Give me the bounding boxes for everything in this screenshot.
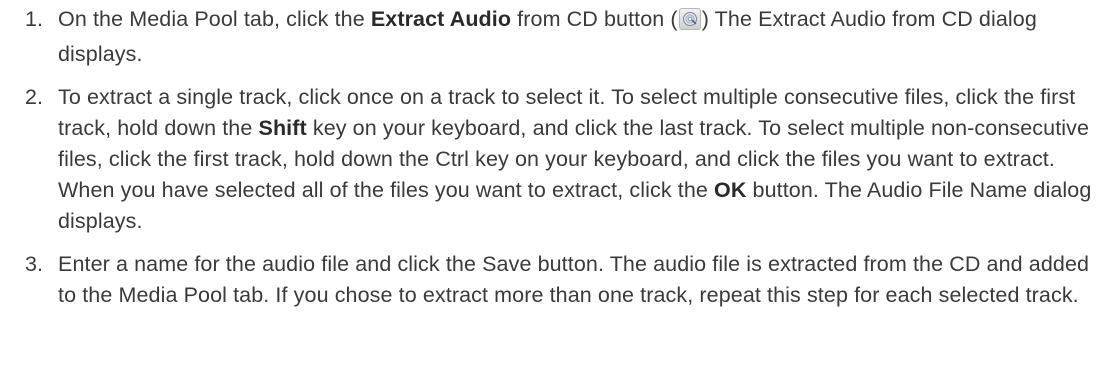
extract-audio-cd-icon	[678, 8, 701, 39]
step-text-segment: On the Media Pool tab, click the	[58, 7, 371, 31]
step-1: 1. On the Media Pool tab, click the Extr…	[0, 4, 1118, 70]
instructions-document: 1. On the Media Pool tab, click the Extr…	[0, 0, 1118, 386]
extract-audio-term: Extract Audio	[370, 7, 512, 31]
step-text: On the Media Pool tab, click the Extract…	[58, 4, 1118, 70]
step-text-segment: Enter a name for the audio file and clic…	[58, 252, 1090, 307]
step-text: To extract a single track, click once on…	[58, 82, 1118, 237]
step-2: 2. To extract a single track, click once…	[0, 82, 1118, 237]
step-number: 1.	[25, 7, 44, 31]
step-3: 3. Enter a name for the audio file and c…	[0, 249, 1118, 311]
step-number: 2.	[25, 85, 44, 109]
step-text: Enter a name for the audio file and clic…	[58, 249, 1118, 311]
step-number: 3.	[25, 252, 44, 276]
cd-disc-icon	[682, 12, 697, 26]
shift-key-term: Shift	[258, 116, 307, 140]
step-text-segment: from CD button (	[511, 7, 678, 31]
ok-button-term: OK	[714, 178, 747, 202]
